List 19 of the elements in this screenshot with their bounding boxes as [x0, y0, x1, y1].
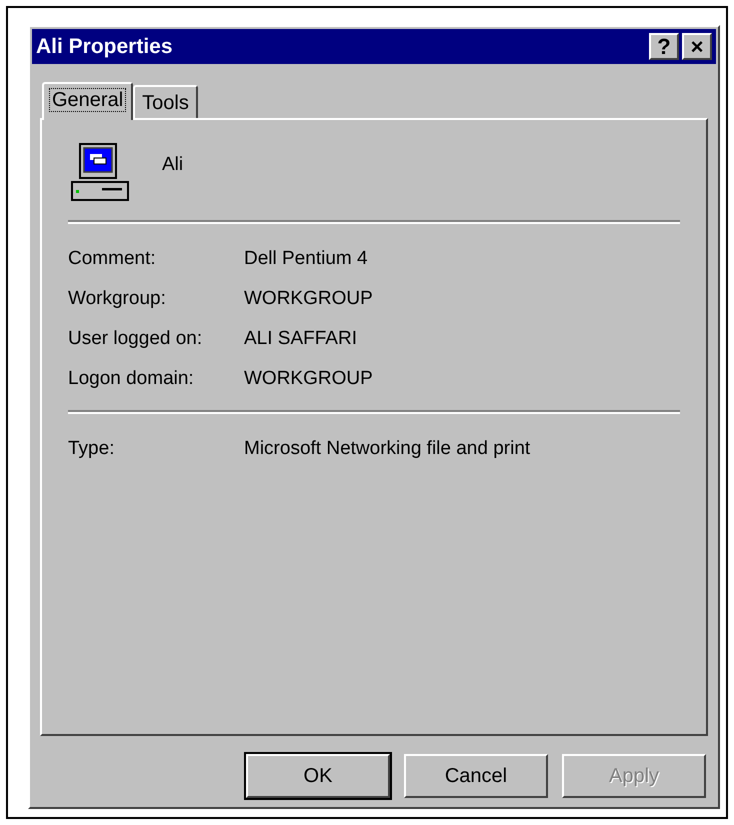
- tab[interactable]: General: [42, 82, 134, 120]
- title-bar-button[interactable]: ×: [682, 33, 712, 60]
- tab[interactable]: Tools: [133, 85, 198, 118]
- title-bar-button[interactable]: ?: [649, 33, 679, 60]
- field-label: Workgroup:: [68, 287, 167, 311]
- field-value: Microsoft Networking file and print: [244, 437, 530, 461]
- window-title: Ali Properties: [36, 34, 173, 60]
- computer-name: Ali: [162, 152, 184, 177]
- field-value: ALI SAFFARI: [244, 327, 357, 351]
- field-value: WORKGROUP: [244, 287, 373, 311]
- dialog-button[interactable]: Cancel: [404, 754, 548, 798]
- computer-icon: [68, 140, 132, 204]
- dialog-button[interactable]: OK: [246, 754, 390, 798]
- field-value: Dell Pentium 4: [244, 247, 368, 271]
- field-label: Logon domain:: [68, 367, 195, 391]
- field-label: User logged on:: [68, 327, 204, 351]
- field-label: Type:: [68, 437, 116, 461]
- field-value: WORKGROUP: [244, 367, 373, 391]
- field-label: Comment:: [68, 247, 157, 271]
